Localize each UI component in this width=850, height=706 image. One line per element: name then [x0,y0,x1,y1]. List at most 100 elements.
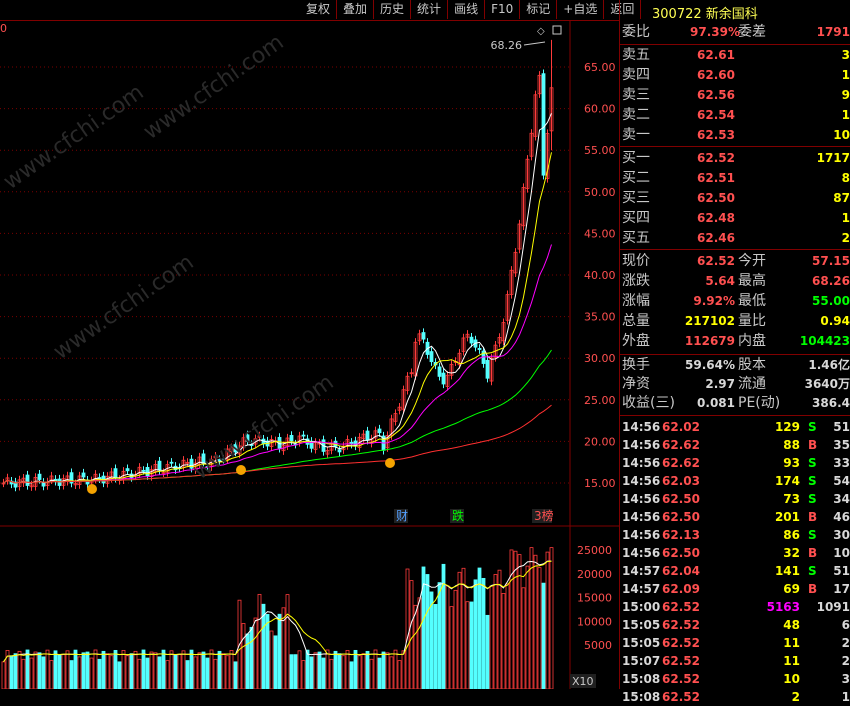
volume-bar [165,660,170,689]
price-tick-label: 50.00 [584,186,616,199]
tick-volume: 32 [783,546,800,560]
volume-bar [485,614,490,689]
order-volume: 1717 [816,151,850,165]
order-volume: 1 [841,211,850,225]
volume-bar [249,626,254,689]
info-label: 净资 [622,376,650,392]
tick-side: S [808,420,817,434]
tick-row: 14:56 62.50 32 B 10 [620,544,850,562]
tick-count: 17 [833,582,850,596]
candle-body [377,428,382,434]
stat-label: 内盘 [738,333,766,349]
tick-time: 14:56 [622,456,661,470]
event-marker: 3榜 [534,508,554,523]
tick-count: 33 [833,456,850,470]
order-price: 62.46 [697,231,735,245]
volume-bar [129,653,134,689]
tick-row: 15:08 62.52 10 3 [620,670,850,688]
toolbar-button-0[interactable]: 复权 [300,0,338,19]
weibi-value: 97.39% [690,25,740,39]
order-volume: 2 [841,231,850,245]
tick-price: 62.52 [662,636,700,650]
tick-side: B [808,546,818,560]
volume-bar [457,571,462,689]
info-label: 流通 [738,376,766,392]
tick-count: 1091 [816,600,850,614]
event-marker: 跌 [452,508,464,523]
tick-time: 14:56 [622,438,661,452]
volume-bar [93,649,98,689]
volume-bar [101,650,106,689]
tick-time: 14:56 [622,510,661,524]
volume-tick-label: 5000 [584,639,612,652]
tick-volume: 88 [783,438,800,452]
tick-volume: 11 [783,654,800,668]
volume-bar [413,604,418,689]
stat-label: 现价 [622,253,650,269]
high-marker-label: 68.26 [491,39,523,52]
volume-bar [293,654,298,689]
volume-bar [385,652,390,689]
stat-value: 68.26 [812,274,850,288]
tick-time: 14:57 [622,582,661,596]
volume-bar [505,583,510,689]
tick-price: 62.50 [662,492,700,506]
candle-body [125,468,130,472]
stat-label: 今开 [738,253,766,269]
stat-label: 涨幅 [622,293,650,309]
tick-row: 14:56 62.03 174 S 54 [620,472,850,490]
tick-side: B [808,510,818,524]
volume-bar [473,579,478,689]
toolbar-button-6[interactable]: 标记 [520,0,558,19]
tick-time: 15:05 [622,618,661,632]
tick-price: 62.04 [662,564,700,578]
stock-title: 300722 新余国科 [652,7,758,22]
toolbar-button-8[interactable]: 返回 [604,0,642,19]
volume-bar [45,649,50,689]
volume-bar [209,649,214,689]
volume-bar [321,657,326,689]
toolbar-button-1[interactable]: 叠加 [337,0,375,19]
toolbar-button-7[interactable]: +自选 [557,0,605,19]
order-level-label: 买四 [622,210,650,226]
tick-time: 15:00 [622,600,661,614]
volume-tick-label: 20000 [577,568,612,581]
tick-row: 14:56 62.50 201 B 46 [620,508,850,526]
volume-bar [453,589,458,689]
tick-count: 46 [833,510,850,524]
volume-bar [549,547,554,689]
toolbar-button-2[interactable]: 历史 [374,0,412,19]
volume-bar [341,655,346,689]
order-level-label: 买一 [622,150,650,166]
tick-volume: 93 [783,456,800,470]
volume-bar [269,630,274,689]
toolbar-button-4[interactable]: 画线 [448,0,486,19]
tick-row: 15:05 62.52 11 2 [620,634,850,652]
volume-bar [221,653,226,689]
toolbar-button-3[interactable]: 统计 [411,0,449,19]
volume-bar [13,653,18,689]
tick-side: S [808,474,817,488]
kline-chart[interactable]: 65.00 60.00 55.00 50.00 45.00 40.00 35.00 30.00… [0,20,619,689]
toolbar-button-5[interactable]: F10 [485,0,521,19]
tick-count: 6 [841,618,850,632]
volume-bar [133,650,138,689]
volume-bar [121,649,126,689]
volume-bar [433,604,438,689]
volume-bar [157,656,162,689]
volume-bar [401,650,406,689]
volume-bar [465,601,470,689]
tick-volume: 2 [791,690,800,704]
tick-row: 15:05 62.52 48 6 [620,616,850,634]
tick-count: 1 [841,690,850,704]
volume-bar [509,549,514,689]
candle-body [421,332,426,340]
volume-bar [497,569,502,689]
volume-bar [517,554,522,689]
stat-label: 外盘 [622,333,650,349]
price-tick-label: 35.00 [584,311,616,324]
watermark: www.cfchi.com [139,30,288,145]
volume-bar [317,651,322,689]
volume-bar [77,656,82,689]
volume-bar [169,650,174,689]
